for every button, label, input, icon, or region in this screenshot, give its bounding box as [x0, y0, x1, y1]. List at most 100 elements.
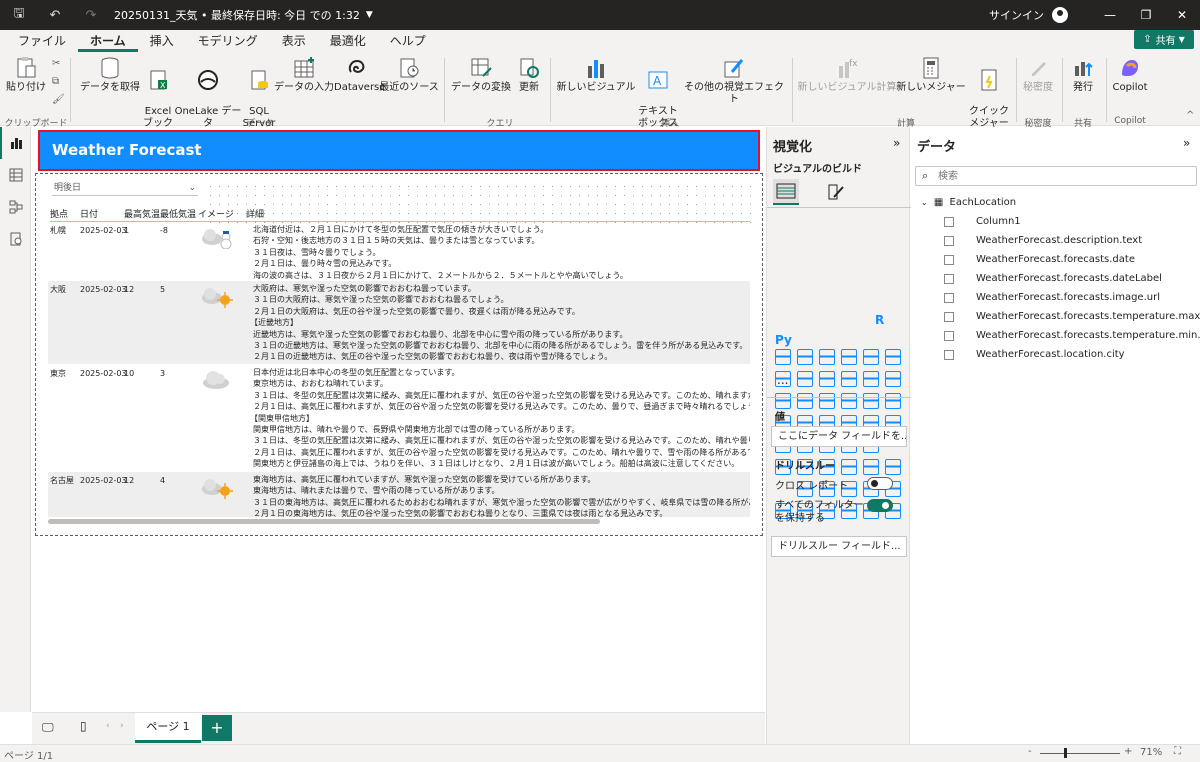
visual-type-icon[interactable]	[797, 349, 813, 365]
close-icon[interactable]: ✕	[1164, 8, 1200, 22]
get-data-button[interactable]: データを取得	[78, 56, 142, 94]
share-button[interactable]: ⇪ 共有 ▼	[1134, 30, 1194, 49]
horizontal-scrollbar[interactable]	[48, 519, 600, 524]
collapse-icon[interactable]: »	[893, 136, 900, 150]
enter-data-button[interactable]: データの入力	[274, 56, 334, 94]
collapse-icon[interactable]: »	[1183, 136, 1190, 150]
recent-sources-button[interactable]: 最近のソース	[378, 56, 440, 94]
report-title[interactable]: Weather Forecast	[38, 130, 760, 171]
checkbox[interactable]	[944, 274, 954, 284]
more-visuals-button[interactable]: その他の視覚エフェクト	[680, 56, 788, 106]
zoom-out-icon[interactable]: -	[1028, 746, 1032, 757]
tab-optimize[interactable]: 最適化	[318, 30, 378, 52]
visual-type-icon[interactable]	[863, 371, 879, 387]
col-city[interactable]: 拠点	[50, 207, 68, 220]
visual-type-icon[interactable]	[863, 459, 879, 475]
keep-filters-toggle[interactable]	[867, 499, 893, 512]
checkbox[interactable]	[944, 255, 954, 265]
visual-type-icon[interactable]	[775, 349, 791, 365]
redo-icon[interactable]: ↷	[82, 6, 100, 24]
checkbox[interactable]	[944, 312, 954, 322]
field-item[interactable]: WeatherForecast.location.city	[944, 347, 1125, 363]
new-measure-button[interactable]: 新しいメジャー	[896, 56, 966, 94]
tab-insert[interactable]: 挿入	[138, 30, 186, 52]
model-view-icon[interactable]	[0, 191, 31, 223]
table-row[interactable]: 東京 2025-02-03 10 3 日本付近は北日本中心の冬型の気圧配置となっ…	[48, 365, 750, 471]
col-max-temp[interactable]: 最高気温	[124, 207, 160, 220]
tab-file[interactable]: ファイル	[6, 30, 78, 52]
table-row[interactable]: 大阪 2025-02-03 12 5 大阪府は、寒気や湿った空気の影響でおおむね…	[48, 281, 750, 364]
visual-type-icon[interactable]	[885, 393, 901, 409]
field-item[interactable]: WeatherForecast.forecasts.dateLabel	[944, 271, 1162, 287]
checkbox[interactable]	[944, 217, 954, 227]
chevron-down-icon[interactable]: ▼	[366, 10, 373, 20]
copilot-button[interactable]: Copilot	[1110, 56, 1150, 94]
field-item[interactable]: WeatherForecast.forecasts.temperature.ma…	[944, 309, 1200, 325]
drillthrough-field-well[interactable]: ドリルスルー フィールド...	[771, 536, 907, 557]
zoom-in-icon[interactable]: +	[1124, 746, 1132, 757]
dataverse-button[interactable]: Dataverse	[334, 56, 385, 94]
python-visual-icon[interactable]: Py	[775, 333, 792, 347]
visual-type-icon[interactable]	[841, 349, 857, 365]
field-item[interactable]: WeatherForecast.forecasts.image.url	[944, 290, 1160, 306]
quick-measure-button[interactable]: クイック メジャー	[966, 56, 1012, 130]
visual-type-icon[interactable]	[863, 349, 879, 365]
visual-type-icon[interactable]	[841, 459, 857, 475]
tab-help[interactable]: ヘルプ	[378, 30, 438, 52]
build-visual-tab[interactable]	[773, 179, 799, 205]
fit-page-icon[interactable]: ⛶	[1174, 746, 1181, 757]
visual-type-icon[interactable]	[797, 371, 813, 387]
visual-type-icon[interactable]	[885, 459, 901, 475]
col-image[interactable]: イメージ	[198, 207, 234, 220]
checkbox[interactable]	[944, 293, 954, 303]
signin-link[interactable]: サインイン	[989, 7, 1044, 23]
visual-type-icon[interactable]	[775, 393, 791, 409]
visual-type-icon[interactable]	[863, 393, 879, 409]
field-item[interactable]: WeatherForecast.forecasts.date	[944, 252, 1135, 268]
format-painter-icon[interactable]: 🖌	[52, 94, 65, 105]
cross-report-toggle[interactable]	[867, 477, 893, 490]
cut-icon[interactable]: ✂	[52, 58, 60, 69]
chevron-down-icon[interactable]: ⌄	[188, 180, 196, 196]
excel-button[interactable]: X Excel ブック	[142, 56, 174, 130]
sensitivity-button[interactable]: 秘密度	[1020, 56, 1056, 94]
checkbox[interactable]	[944, 331, 954, 341]
desktop-view-icon[interactable]: 🖵	[42, 720, 54, 735]
visual-type-icon[interactable]	[819, 393, 835, 409]
transform-data-button[interactable]: データの変換	[450, 56, 512, 94]
prev-page-icon[interactable]: ‹	[106, 721, 110, 731]
chevron-up-icon[interactable]: ^	[1186, 110, 1194, 121]
visual-type-icon[interactable]	[841, 371, 857, 387]
visual-type-icon[interactable]	[819, 349, 835, 365]
publish-button[interactable]: 発行	[1066, 56, 1100, 94]
table-view-icon[interactable]	[0, 159, 31, 191]
undo-icon[interactable]: ↶	[46, 6, 64, 24]
report-view-icon[interactable]	[0, 127, 31, 159]
search-input[interactable]	[938, 169, 1188, 183]
visual-type-icon[interactable]	[885, 349, 901, 365]
checkbox[interactable]	[944, 350, 954, 360]
checkbox[interactable]	[944, 236, 954, 246]
col-detail[interactable]: 詳細	[246, 207, 264, 220]
col-date[interactable]: 日付	[80, 207, 98, 220]
search-box[interactable]: ⌕	[915, 166, 1197, 186]
r-visual-icon[interactable]: R	[875, 313, 884, 327]
table-visual[interactable]: 明後日 ⌄ 拠点 日付 最高気温 最低気温 イメージ 詳細 札幌 2025-02…	[35, 173, 763, 536]
tab-home[interactable]: ホーム	[78, 30, 138, 52]
tab-view[interactable]: 表示	[270, 30, 318, 52]
table-row[interactable]: 札幌 2025-02-03 1 -8 北海道付近は、２月１日にかけて冬型の気圧配…	[48, 222, 750, 280]
add-page-button[interactable]: +	[202, 715, 232, 741]
restore-icon[interactable]: ❐	[1128, 8, 1164, 22]
visual-type-icon[interactable]	[841, 393, 857, 409]
mobile-view-icon[interactable]: ▯	[80, 719, 87, 733]
field-item[interactable]: WeatherForecast.forecasts.temperature.mi…	[944, 328, 1200, 344]
zoom-slider-thumb[interactable]	[1064, 748, 1067, 758]
field-item[interactable]: WeatherForecast.description.text	[944, 233, 1142, 249]
save-icon[interactable]: 🖫	[10, 6, 28, 24]
table-node[interactable]: ⌄ ▦ EachLocation	[921, 195, 1016, 211]
values-field-well[interactable]: ここにデータ フィールドを...	[771, 426, 907, 447]
date-slicer[interactable]: 明後日 ⌄	[52, 180, 198, 196]
format-visual-tab[interactable]	[825, 181, 847, 203]
dax-query-icon[interactable]	[0, 223, 31, 255]
document-title[interactable]: 20250131_天気 • 最終保存日時: 今日 での 1:32	[114, 7, 360, 23]
